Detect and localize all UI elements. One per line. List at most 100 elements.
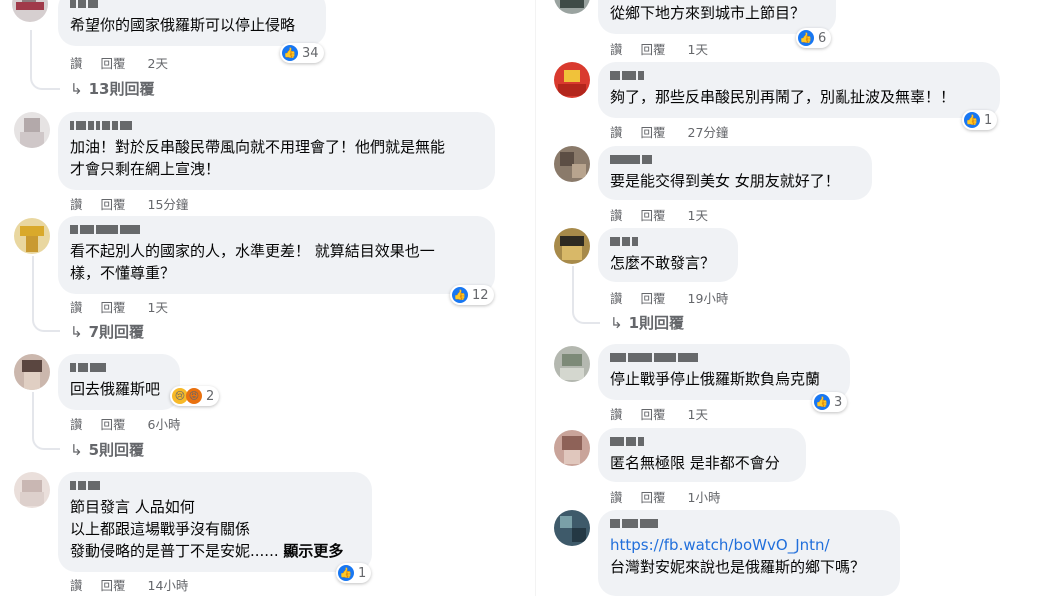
timestamp[interactable]: 19小時 — [688, 288, 729, 307]
timestamp[interactable]: 15分鐘 — [148, 194, 189, 213]
comment-link[interactable]: https://fb.watch/boWvO_Jntn/ — [610, 534, 888, 556]
comment-actions: 讚 回覆 2天 — [70, 53, 186, 72]
reply-link[interactable]: 回覆 — [641, 122, 666, 141]
reply-link[interactable]: 回覆 — [101, 53, 126, 72]
reply-link[interactable]: 回覆 — [641, 39, 666, 58]
timestamp[interactable]: 27分鐘 — [688, 122, 729, 141]
like-link[interactable]: 讚 — [610, 122, 623, 141]
timestamp[interactable]: 1天 — [688, 39, 708, 58]
like-link[interactable]: 讚 — [610, 404, 623, 423]
blurred-username[interactable] — [610, 236, 726, 247]
angry-reaction-icon: 😡 — [186, 388, 202, 404]
avatar[interactable] — [554, 510, 590, 546]
comment-bubble: 匿名無極限 是非都不會分 — [598, 428, 806, 482]
comment-bubble: 夠了，那些反串酸民別再鬧了，別亂扯波及無辜！！ — [598, 62, 1000, 118]
like-link[interactable]: 讚 — [70, 575, 83, 594]
like-reaction-icon: 👍 — [798, 30, 814, 46]
avatar[interactable] — [554, 228, 590, 264]
like-link[interactable]: 讚 — [610, 205, 623, 224]
avatar[interactable] — [14, 112, 50, 148]
reply-link[interactable]: 回覆 — [641, 288, 666, 307]
reply-link[interactable]: 回覆 — [641, 205, 666, 224]
like-link[interactable]: 讚 — [70, 53, 83, 72]
timestamp[interactable]: 1小時 — [688, 487, 721, 506]
like-reaction-icon: 👍 — [338, 565, 354, 581]
replies-label: 5則回覆 — [88, 441, 145, 459]
timestamp[interactable]: 1天 — [688, 205, 708, 224]
view-replies-link[interactable]: ↳ 7則回覆 — [70, 321, 144, 342]
view-replies-link[interactable]: ↳ 13則回覆 — [70, 78, 154, 99]
column-divider — [535, 0, 536, 596]
like-link[interactable]: 讚 — [70, 297, 83, 316]
comment-text: 匿名無極限 是非都不會分 — [610, 454, 780, 472]
view-replies-link[interactable]: ↳ 5則回覆 — [70, 439, 144, 460]
avatar[interactable] — [12, 0, 48, 22]
reply-link[interactable]: 回覆 — [101, 414, 126, 433]
blurred-username[interactable] — [70, 0, 314, 9]
comment-text: 回去俄羅斯吧 — [70, 380, 161, 398]
comment-text: 希望你的國家俄羅斯可以停止侵略 — [70, 16, 296, 34]
reply-link[interactable]: 回覆 — [641, 487, 666, 506]
timestamp[interactable]: 14小時 — [148, 575, 189, 594]
like-link[interactable]: 讚 — [610, 288, 623, 307]
view-replies-link[interactable]: ↳ 1則回覆 — [610, 312, 684, 333]
like-link[interactable]: 讚 — [610, 39, 623, 58]
reaction-count[interactable]: 👍 12 — [450, 285, 494, 305]
reaction-number: 6 — [818, 30, 827, 46]
reply-arrow-icon: ↳ — [70, 323, 83, 341]
comment-bubble: 加油！對於反串酸民帶風向就不用理會了！他們就是無能 才會只剩在網上宣洩！ — [58, 112, 495, 190]
avatar[interactable] — [554, 430, 590, 466]
comment-actions: 讚 回覆 1天 — [610, 404, 726, 423]
reaction-count[interactable]: 👍 1 — [962, 110, 998, 130]
reaction-number: 3 — [834, 394, 843, 410]
reply-arrow-icon: ↳ — [70, 441, 83, 459]
comment-text: 停止戰爭停止俄羅斯欺負烏克蘭 — [610, 370, 821, 388]
timestamp[interactable]: 1天 — [148, 297, 168, 316]
reply-link[interactable]: 回覆 — [101, 194, 126, 213]
avatar[interactable] — [554, 62, 590, 98]
reaction-count[interactable]: 👍 34 — [280, 43, 324, 63]
comment-actions: 讚 回覆 1天 — [70, 297, 186, 316]
see-more-link[interactable]: 顯示更多 — [283, 542, 343, 560]
reaction-number: 2 — [206, 388, 215, 404]
blurred-username[interactable] — [610, 518, 888, 529]
avatar[interactable] — [554, 146, 590, 182]
like-link[interactable]: 讚 — [610, 487, 623, 506]
comment-bubble: 回去俄羅斯吧 — [58, 354, 180, 410]
reaction-number: 1 — [984, 112, 993, 128]
comment-actions: 讚 回覆 1天 — [610, 39, 726, 58]
comment-bubble: https://fb.watch/boWvO_Jntn/ 台灣對安妮來說也是俄羅… — [598, 510, 900, 596]
reaction-count[interactable]: 😢 😡 2 — [170, 386, 220, 406]
timestamp[interactable]: 6小時 — [148, 414, 181, 433]
reaction-count[interactable]: 👍 3 — [812, 392, 848, 412]
comment-actions: 讚 回覆 19小時 — [610, 288, 746, 307]
blurred-username[interactable] — [70, 120, 483, 131]
comment-text: 要是能交得到美女 女朋友就好了！ — [610, 172, 840, 190]
avatar[interactable] — [554, 346, 590, 382]
reaction-count[interactable]: 👍 6 — [796, 28, 832, 48]
avatar[interactable] — [554, 0, 590, 14]
blurred-username[interactable] — [610, 70, 988, 81]
reaction-count[interactable]: 👍 1 — [336, 563, 372, 583]
reply-link[interactable]: 回覆 — [101, 575, 126, 594]
blurred-username[interactable] — [610, 154, 860, 165]
reply-link[interactable]: 回覆 — [641, 404, 666, 423]
comment-text: 夠了，那些反串酸民別再鬧了，別亂扯波及無辜！！ — [610, 88, 956, 106]
blurred-username[interactable] — [70, 362, 168, 373]
like-reaction-icon: 👍 — [814, 394, 830, 410]
blurred-username[interactable] — [610, 436, 794, 447]
avatar[interactable] — [14, 472, 50, 508]
avatar[interactable] — [14, 218, 50, 254]
reply-link[interactable]: 回覆 — [101, 297, 126, 316]
timestamp[interactable]: 2天 — [148, 53, 168, 72]
avatar[interactable] — [14, 354, 50, 390]
timestamp[interactable]: 1天 — [688, 404, 708, 423]
blurred-username[interactable] — [70, 480, 360, 491]
like-link[interactable]: 讚 — [70, 414, 83, 433]
like-link[interactable]: 讚 — [70, 194, 83, 213]
comment-bubble: 看不起別人的國家的人，水準更差！ 就算結目效果也一 樣，不懂尊重？ — [58, 216, 495, 294]
left-comment-column: 希望你的國家俄羅斯可以停止侵略 👍 34 讚 回覆 2天 ↳ 13則回覆 加油！對… — [0, 0, 530, 596]
reply-arrow-icon: ↳ — [70, 80, 83, 98]
blurred-username[interactable] — [70, 224, 483, 235]
blurred-username[interactable] — [610, 352, 838, 363]
